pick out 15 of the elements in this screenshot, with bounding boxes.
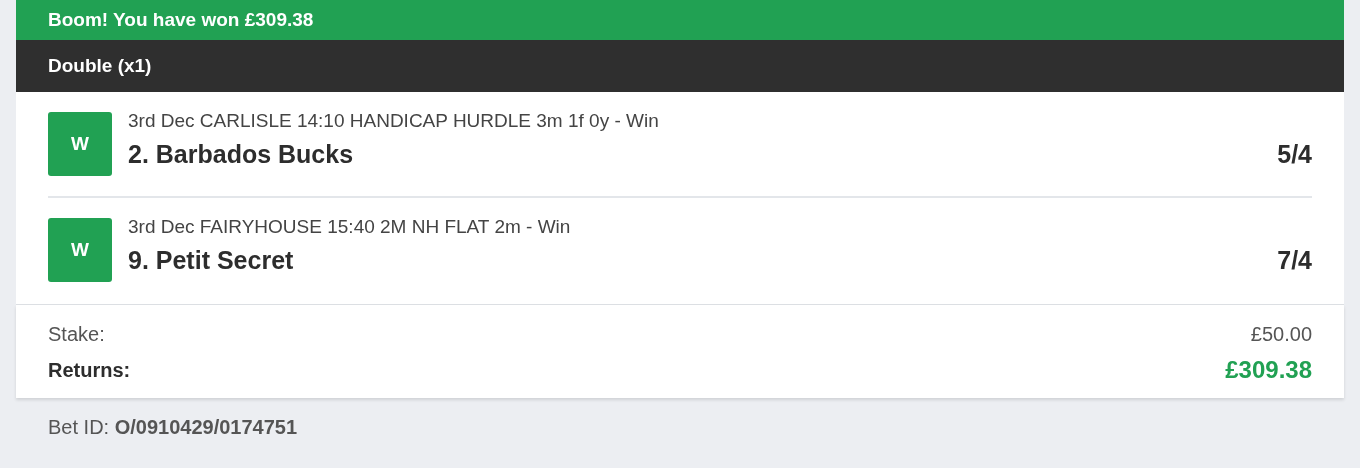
result-badge: W xyxy=(48,218,112,282)
win-banner: Boom! You have won £309.38 xyxy=(16,0,1344,40)
odds-text: 7/4 xyxy=(1277,246,1312,275)
odds-text: 5/4 xyxy=(1277,140,1312,169)
stake-value: £50.00 xyxy=(1250,323,1312,346)
returns-value: £309.38 xyxy=(1225,356,1312,384)
event-text: 3rd Dec FAIRYHOUSE 15:40 2M NH FLAT 2m - Win xyxy=(128,216,572,238)
runner-name: 2. Barbados Bucks xyxy=(128,140,354,169)
bet-id-text: Bet ID: O/0910429/0174751 xyxy=(47,415,299,440)
result-badge: W xyxy=(48,112,112,176)
stake-label: Stake: xyxy=(48,323,105,346)
returns-label: Returns: xyxy=(48,358,131,382)
event-text: 3rd Dec CARLISLE 14:10 HANDICAP HURDLE 3m 1f 0y - Win xyxy=(128,110,660,132)
runner-name: 9. Petit Secret xyxy=(128,246,294,275)
bet-type-header: Double (x1) xyxy=(16,40,1344,92)
